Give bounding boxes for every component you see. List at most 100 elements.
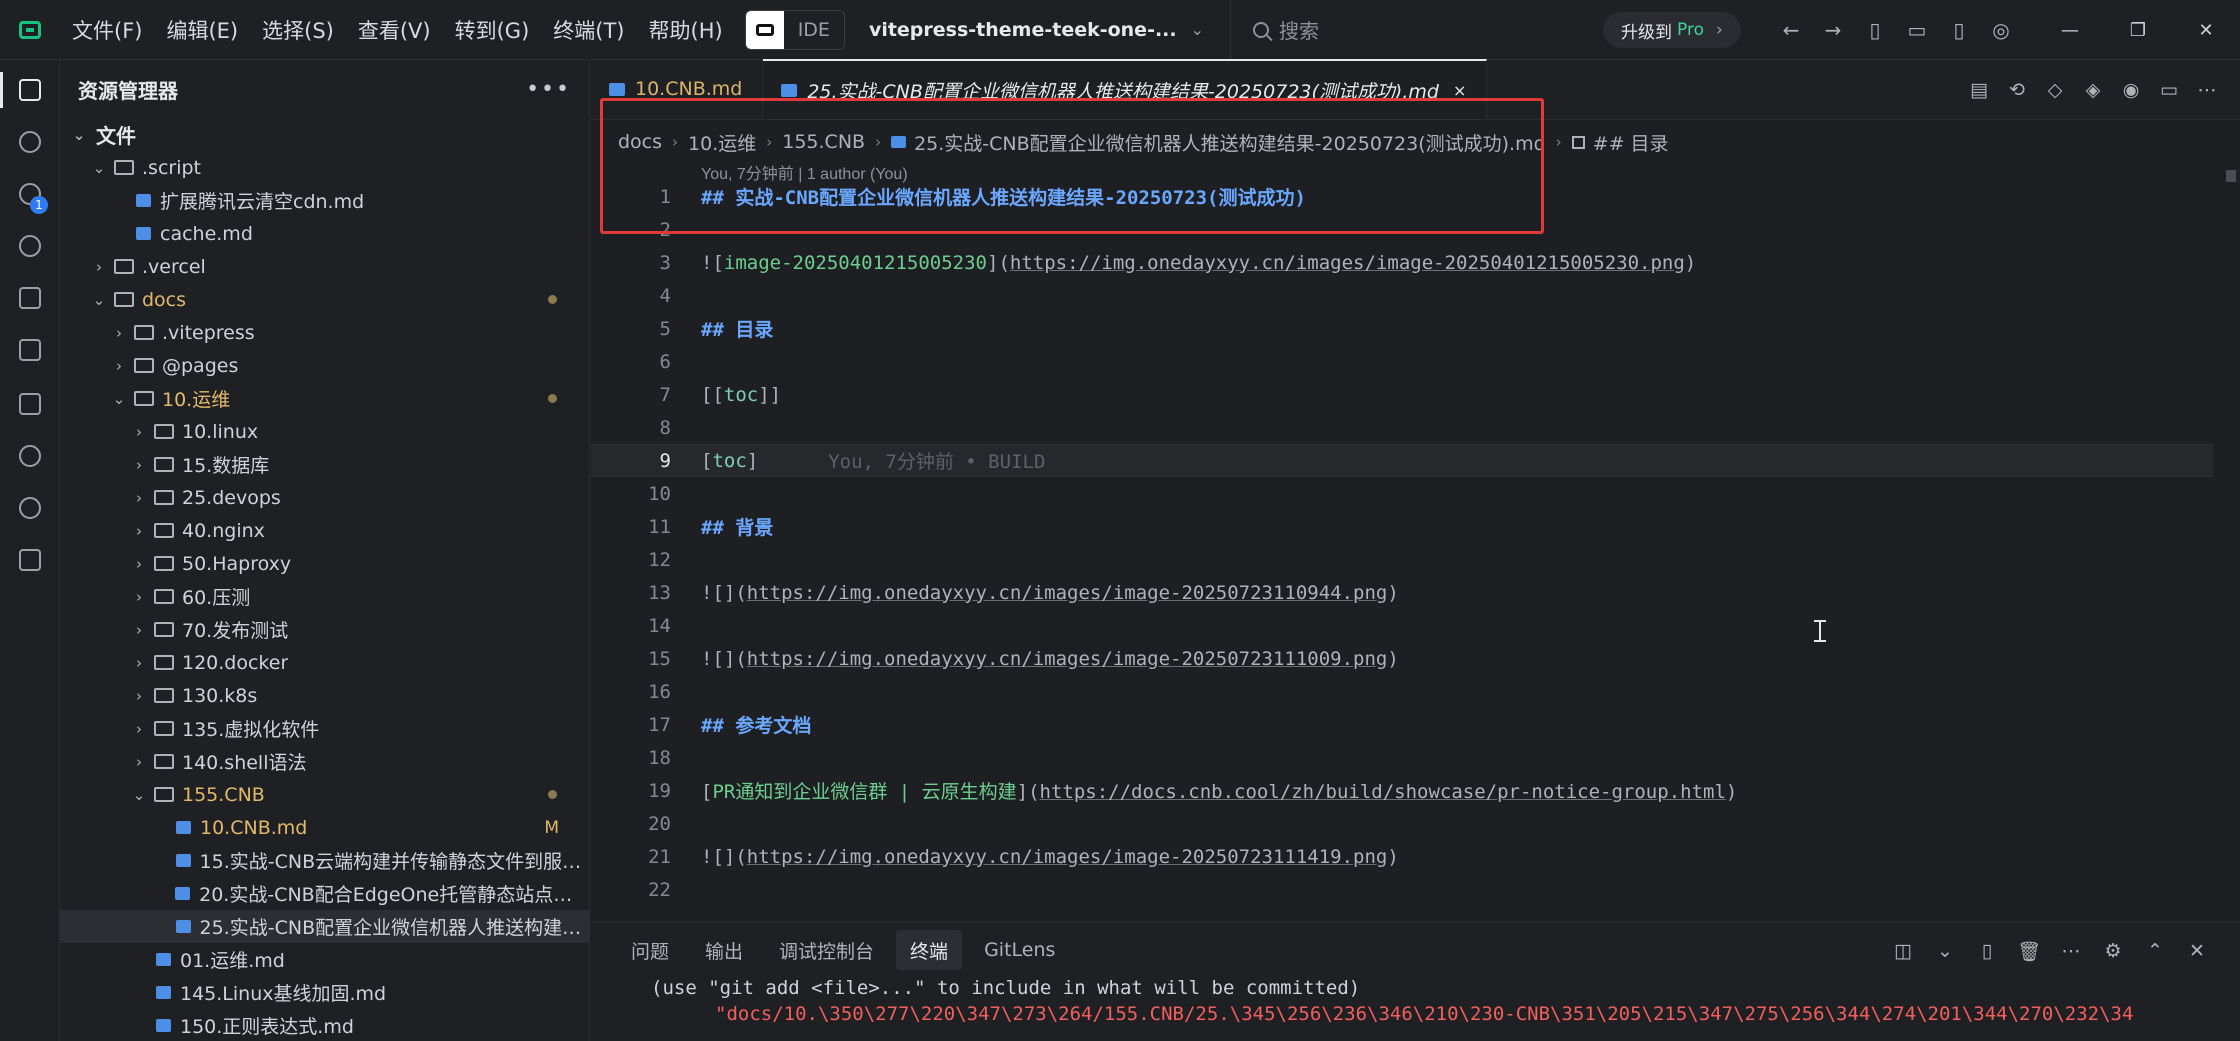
tree-folder[interactable]: › 130.k8s: [60, 679, 589, 712]
split-terminal-icon[interactable]: ◫: [1882, 940, 1924, 962]
preview-icon[interactable]: ▤: [1960, 79, 1998, 101]
gitlens-actions-icon[interactable]: ◉: [2112, 79, 2150, 101]
tree-folder[interactable]: › .vitepress: [60, 316, 589, 349]
split-panel-icon[interactable]: ▯: [1966, 940, 2008, 962]
close-tab-icon[interactable]: ×: [1453, 81, 1466, 100]
workspace-selector[interactable]: vitepress-theme-teek-one-... ⌄: [869, 19, 1204, 41]
scrollbar-thumb[interactable]: [2226, 170, 2236, 182]
tree-folder[interactable]: ⌄ 155.CNB: [60, 778, 589, 811]
tab-terminal[interactable]: 终端: [896, 930, 963, 970]
menu-selection[interactable]: 选择(S): [250, 0, 346, 60]
maximize-panel-icon[interactable]: ⌃: [2134, 940, 2176, 962]
image-url[interactable]: https://img.onedayxyy.cn/images/image-20…: [747, 846, 1388, 868]
tree-file[interactable]: 15.实战-CNB云端构建并传输静态文件到服务...: [60, 844, 589, 877]
code-line-15[interactable]: 15 ![](https://img.onedayxyy.cn/images/i…: [591, 642, 2213, 675]
code-line-13[interactable]: 13 ![](https://img.onedayxyy.cn/images/i…: [591, 576, 2213, 609]
toggle-panel-icon[interactable]: ▭: [1896, 9, 1938, 51]
git-graph-icon[interactable]: [0, 482, 60, 534]
tree-folder[interactable]: › 140.shell语法: [60, 745, 589, 778]
code-line-7[interactable]: 7 [[toc]]: [591, 378, 2213, 411]
tree-folder[interactable]: › @pages: [60, 349, 589, 382]
code-line-16[interactable]: 16: [591, 675, 2213, 708]
code-line-4[interactable]: 4: [591, 279, 2213, 312]
menu-terminal[interactable]: 终端(T): [541, 0, 636, 60]
account-icon[interactable]: ◎: [1980, 9, 2022, 51]
menu-edit[interactable]: 编辑(E): [154, 0, 250, 60]
trash-icon[interactable]: 🗑: [2008, 940, 2050, 963]
code-line-18[interactable]: 18: [591, 741, 2213, 774]
breadcrumb-symbol[interactable]: ## 目录: [1593, 129, 1669, 156]
tree-file[interactable]: 150.正则表达式.md: [60, 1009, 589, 1041]
menu-file[interactable]: 文件(F): [60, 0, 154, 60]
menu-view[interactable]: 查看(V): [346, 0, 443, 60]
code-line-17[interactable]: 17 ## 参考文档: [591, 708, 2213, 741]
code-line-12[interactable]: 12: [591, 543, 2213, 576]
watch-icon[interactable]: [0, 220, 60, 272]
tree-folder[interactable]: › 70.发布测试: [60, 613, 589, 646]
tree-file[interactable]: 20.实战-CNB配合EdgeOne托管静态站点博客...: [60, 877, 589, 910]
prev-change-icon[interactable]: ◇: [2036, 79, 2074, 101]
tree-folder[interactable]: › 10.linux: [60, 415, 589, 448]
toggle-sidebar-icon[interactable]: ▯: [1854, 9, 1896, 51]
image-url[interactable]: https://img.onedayxyy.cn/images/image-20…: [1010, 252, 1685, 274]
tree-file[interactable]: 10.CNB.md M: [60, 811, 589, 844]
debug-icon[interactable]: [0, 272, 60, 324]
code-line-20[interactable]: 20: [591, 807, 2213, 840]
tree-file[interactable]: 25.实战-CNB配置企业微信机器人推送构建结...: [60, 910, 589, 943]
code-line-10[interactable]: 10: [591, 477, 2213, 510]
search-icon[interactable]: [0, 116, 60, 168]
tab-output[interactable]: 输出: [691, 930, 757, 970]
tab-debug-console[interactable]: 调试控制台: [765, 930, 888, 970]
back-arrow-icon[interactable]: ←: [1770, 9, 1812, 51]
forward-arrow-icon[interactable]: →: [1812, 9, 1854, 51]
tab-problems[interactable]: 问题: [617, 930, 683, 970]
compare-icon[interactable]: ⟲: [1998, 79, 2036, 101]
tree-file[interactable]: cache.md: [60, 217, 589, 250]
tests-icon[interactable]: [0, 534, 60, 586]
ide-toggle[interactable]: IDE: [744, 9, 845, 50]
remote-icon[interactable]: [0, 324, 60, 376]
more-actions-icon[interactable]: ⋯: [2050, 940, 2092, 962]
tree-folder[interactable]: ⌄ docs: [60, 283, 589, 316]
chevron-down-icon[interactable]: ⌄: [1924, 940, 1966, 962]
settings-icon[interactable]: ⚙: [2092, 940, 2134, 962]
editor-scrollbar[interactable]: [2220, 164, 2240, 976]
minimize-icon[interactable]: —: [2036, 0, 2104, 60]
upgrade-pro-button[interactable]: 升级到 Pro ›: [1603, 12, 1741, 48]
code-line-9-current[interactable]: 9 [toc] You, 7分钟前 • BUILD: [591, 444, 2213, 477]
next-change-icon[interactable]: ◈: [2074, 79, 2112, 101]
code-editor[interactable]: You, 7分钟前 | 1 author (You) 1 ## 实战-CNB配置…: [591, 164, 2213, 976]
tab-gitlens[interactable]: GitLens: [970, 930, 1069, 970]
close-panel-icon[interactable]: ✕: [2176, 940, 2218, 962]
code-line-22[interactable]: 22: [591, 873, 2213, 906]
source-control-icon[interactable]: 1: [0, 168, 60, 220]
tree-folder[interactable]: ⌄ .script: [60, 151, 589, 184]
code-line-19[interactable]: 19 [PR通知到企业微信群 | 云原生构建](https://docs.cnb…: [591, 774, 2213, 807]
explorer-icon[interactable]: [0, 64, 60, 116]
tree-folder[interactable]: › 135.虚拟化软件: [60, 712, 589, 745]
tree-folder[interactable]: › .vercel: [60, 250, 589, 283]
restore-icon[interactable]: ❐: [2104, 0, 2172, 60]
code-line-14[interactable]: 14: [591, 609, 2213, 642]
extensions-icon[interactable]: [0, 378, 60, 430]
terminal-output[interactable]: (use "git add <file>..." to include in w…: [591, 977, 2240, 1029]
tree-folder[interactable]: › 15.数据库: [60, 448, 589, 481]
tree-file[interactable]: 145.Linux基线加固.md: [60, 976, 589, 1009]
tree-file[interactable]: 扩展腾讯云清空cdn.md: [60, 184, 589, 217]
tree-folder[interactable]: › 40.nginx: [60, 514, 589, 547]
image-url[interactable]: https://img.onedayxyy.cn/images/image-20…: [747, 648, 1388, 670]
link-url[interactable]: https://docs.cnb.cool/zh/build/showcase/…: [1040, 781, 1726, 803]
tree-folder[interactable]: › 60.压测: [60, 580, 589, 613]
image-url[interactable]: https://img.onedayxyy.cn/images/image-20…: [747, 582, 1388, 604]
code-line-11[interactable]: 11 ## 背景: [591, 510, 2213, 543]
tree-folder[interactable]: › 120.docker: [60, 646, 589, 679]
more-actions-icon[interactable]: •••: [526, 77, 571, 102]
tree-folder[interactable]: › 25.devops: [60, 481, 589, 514]
tree-folder[interactable]: › 50.Haproxy: [60, 547, 589, 580]
section-files[interactable]: ⌄ 文件: [60, 118, 589, 151]
code-line-5[interactable]: 5 ## 目录: [591, 312, 2213, 345]
tree-file[interactable]: 01.运维.md: [60, 943, 589, 976]
code-line-6[interactable]: 6: [591, 345, 2213, 378]
toggle-secondary-sidebar-icon[interactable]: ▯: [1938, 9, 1980, 51]
app-logo-icon[interactable]: [0, 0, 60, 60]
